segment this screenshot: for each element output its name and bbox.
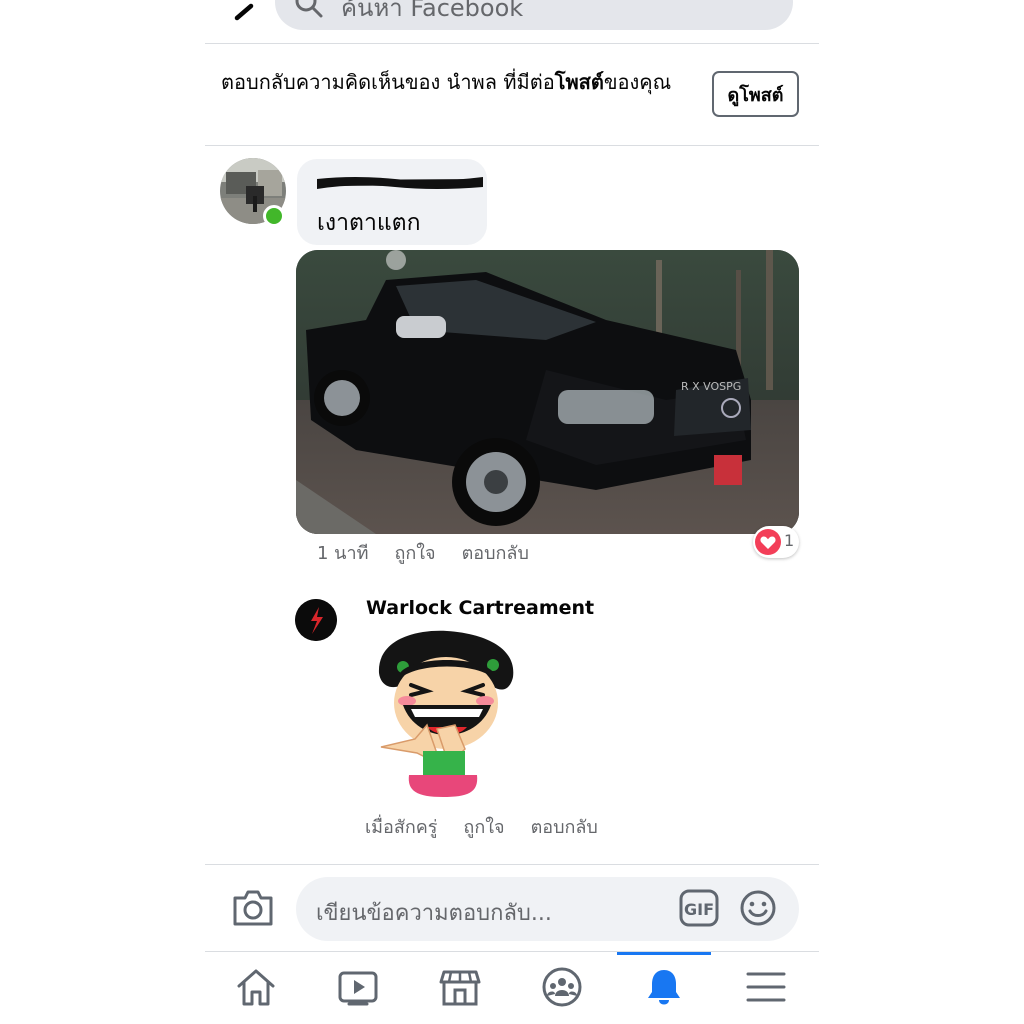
groups-icon — [542, 967, 582, 1007]
camera-icon — [233, 890, 273, 926]
comment-meta: เมื่อสักครู่ ถูกใจ ตอบกลับ — [365, 812, 598, 841]
smiley-icon — [740, 890, 776, 926]
comment-time: 1 นาที — [317, 543, 369, 564]
view-post-button[interactable]: ดูโพสต์ — [712, 71, 799, 117]
wai-girl-sticker — [378, 630, 514, 797]
comment-text: เงาตาแตก — [317, 210, 421, 236]
nav-home[interactable] — [205, 952, 307, 1024]
notifications-icon — [648, 970, 680, 1005]
marketplace-icon — [439, 970, 481, 1006]
search-icon — [295, 0, 323, 18]
context-post-word[interactable]: โพสต์ — [555, 70, 604, 94]
nav-watch[interactable] — [307, 952, 409, 1024]
reply-button[interactable]: ตอบกลับ — [531, 812, 598, 841]
online-status-dot — [263, 205, 285, 227]
context-prefix: ตอบกลับความคิดเห็นของ นำพล ที่มีต่อ — [221, 70, 555, 94]
comment-meta: 1 นาที ถูกใจ ตอบกลับ — [317, 538, 529, 567]
svg-text:R X VOSPG: R X VOSPG — [681, 380, 741, 393]
nav-marketplace[interactable] — [409, 952, 511, 1024]
back-button[interactable] — [221, 0, 261, 26]
heart-icon — [755, 529, 781, 555]
reply-placeholder: เขียนข้อความตอบกลับ... — [316, 901, 552, 926]
search-input[interactable]: ค้นหา Facebook — [275, 0, 793, 30]
home-icon — [237, 969, 275, 1006]
comment-bubble[interactable]: เงาตาแตก — [297, 159, 487, 245]
nav-groups[interactable] — [511, 952, 613, 1024]
reaction-badge[interactable]: 1 — [753, 526, 799, 558]
reply-composer: เขียนข้อความตอบกลับ... GIF — [205, 864, 819, 952]
watch-icon — [338, 971, 378, 1006]
gif-button[interactable]: GIF — [679, 889, 719, 927]
camera-button[interactable] — [231, 888, 275, 928]
context-suffix: ของคุณ — [603, 70, 672, 94]
reply-button[interactable]: ตอบกลับ — [462, 538, 529, 567]
redacted-name — [317, 177, 483, 189]
context-text: ตอบกลับความคิดเห็นของ นำพล ที่มีต่อโพสต์… — [221, 66, 691, 98]
menu-icon — [746, 972, 786, 1002]
like-button[interactable]: ถูกใจ — [394, 538, 435, 567]
context-header: ตอบกลับความคิดเห็นของ นำพล ที่มีต่อโพสต์… — [205, 44, 819, 146]
nav-notifications[interactable] — [613, 952, 715, 1024]
search-placeholder: ค้นหา Facebook — [341, 0, 524, 22]
gif-icon: GIF — [679, 889, 719, 927]
page-avatar[interactable] — [295, 599, 337, 641]
like-button[interactable]: ถูกใจ — [463, 812, 504, 841]
top-bar: ค้นหา Facebook — [205, 0, 819, 44]
comment-author[interactable]: Warlock Cartreament — [366, 597, 594, 619]
reply-input[interactable]: เขียนข้อความตอบกลับ... GIF — [296, 877, 799, 941]
emoji-button[interactable] — [739, 889, 777, 927]
reaction-count: 1 — [784, 531, 795, 550]
pickup-truck-image: R X VOSPG — [296, 250, 799, 534]
nav-menu[interactable] — [715, 952, 817, 1024]
svg-text:GIF: GIF — [684, 900, 714, 919]
warlock-logo-icon — [295, 599, 337, 641]
reply-screen: ค้นหา Facebook ตอบกลับความคิดเห็นของ นำพ… — [205, 0, 819, 1024]
comment-photo[interactable]: R X VOSPG — [296, 250, 799, 534]
comment-time: เมื่อสักครู่ — [365, 817, 438, 838]
sticker[interactable] — [367, 625, 525, 803]
bottom-nav — [205, 952, 819, 1024]
back-arrow-icon — [234, 3, 254, 21]
